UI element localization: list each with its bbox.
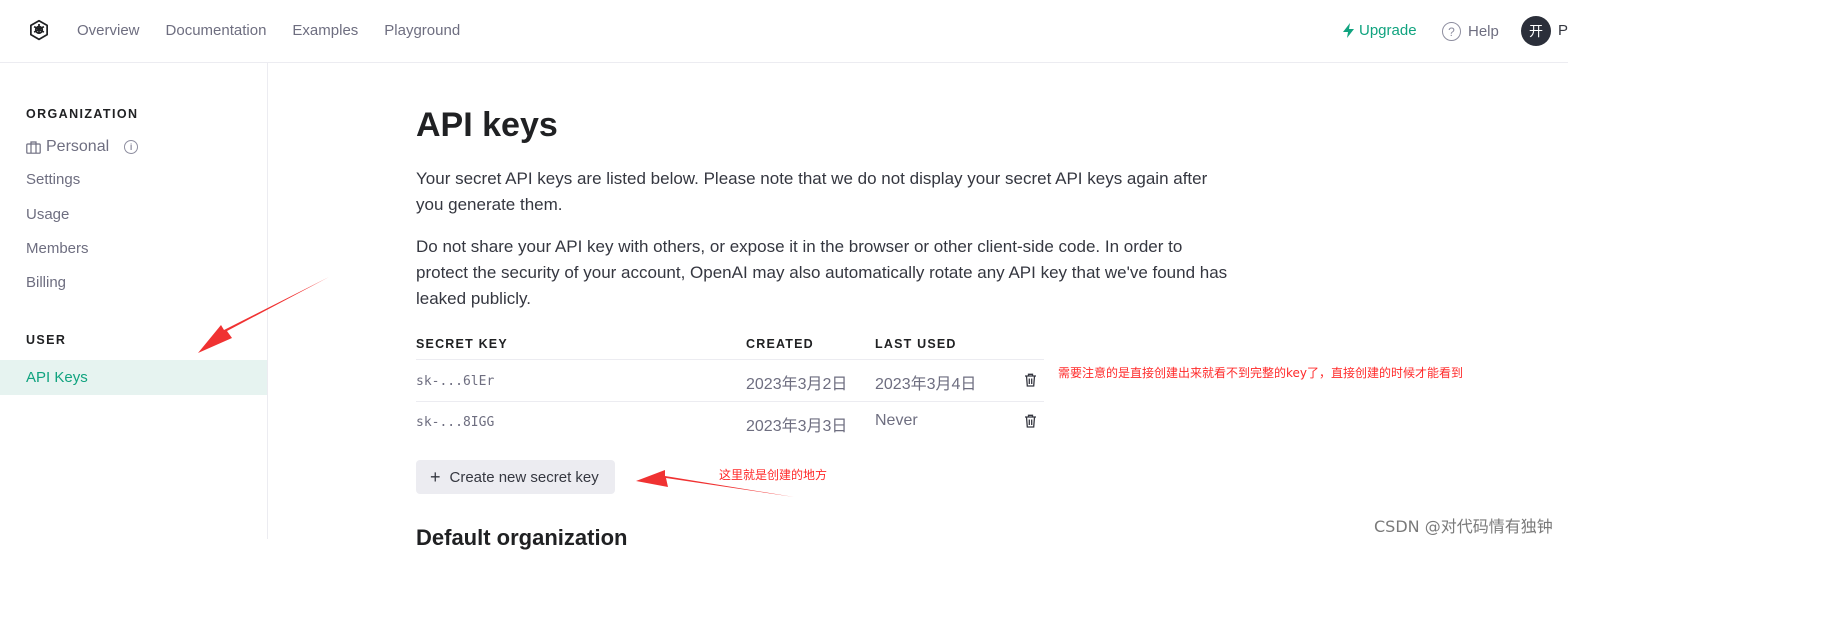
column-header-last-used: LAST USED [875,337,957,351]
key-last-used: Never [875,412,918,429]
upgrade-label: Upgrade [1359,22,1417,39]
key-created: 2023年3月3日 [746,418,848,435]
trash-icon[interactable] [1024,414,1037,428]
intro-paragraph: Your secret API keys are listed below. P… [416,169,1208,214]
briefcase-icon [26,140,41,154]
org-selector[interactable]: Personal i [26,138,139,156]
openai-logo-icon[interactable] [26,18,52,44]
annotation-keys-note: 需要注意的是直接创建出来就看不到完整的key了，直接创建的时候才能看到 [1058,366,1464,380]
key-last-used: 2023年3月4日 [875,376,977,393]
upgrade-link[interactable]: Upgrade [1342,22,1417,39]
plus-icon: + [430,467,441,487]
top-navigation-bar: Overview Documentation Examples Playgrou… [0,0,1568,63]
main-nav: Overview Documentation Examples Playgrou… [77,22,460,39]
info-icon[interactable]: i [124,140,139,154]
key-created: 2023年3月2日 [746,376,848,393]
nav-playground[interactable]: Playground [384,22,460,39]
table-divider [416,401,1044,402]
trash-icon[interactable] [1024,373,1037,387]
help-link[interactable]: ? Help [1442,22,1499,41]
sidebar-item-usage[interactable]: Usage [26,206,69,223]
lightning-icon [1343,23,1354,38]
nav-examples[interactable]: Examples [292,22,358,39]
watermark: CSDN @对代码情有独钟 [1374,517,1553,536]
security-paragraph: Do not share your API key with others, o… [416,237,1228,308]
nav-overview[interactable]: Overview [77,22,140,39]
avatar[interactable]: 开 [1521,16,1551,46]
help-label: Help [1468,23,1499,40]
nav-documentation[interactable]: Documentation [166,22,267,39]
column-header-secret-key: SECRET KEY [416,337,508,351]
page-title: API keys [416,106,558,144]
organization-heading: ORGANIZATION [26,107,139,121]
annotation-create-note: 这里就是创建的地方 [719,468,828,482]
user-heading: USER [26,333,67,347]
sidebar-item-api-keys[interactable]: API Keys [0,360,267,395]
sidebar-item-billing[interactable]: Billing [26,274,66,291]
key-value: sk-...6lEr [416,374,495,389]
column-header-created: CREATED [746,337,814,351]
default-organization-heading: Default organization [416,525,628,550]
sidebar-item-members[interactable]: Members [26,240,89,257]
org-name: Personal [46,138,110,155]
key-value: sk-...8IGG [416,415,495,430]
sidebar-item-settings[interactable]: Settings [26,171,80,188]
sidebar-item-label: API Keys [26,369,88,386]
profile-name[interactable]: P [1558,22,1568,39]
sidebar: ORGANIZATION Personal i Settings Usage M… [0,63,268,539]
question-icon: ? [1442,22,1461,41]
create-button-label: Create new secret key [449,468,599,486]
create-new-secret-key-button[interactable]: + Create new secret key [416,460,615,494]
table-divider [416,359,1044,360]
